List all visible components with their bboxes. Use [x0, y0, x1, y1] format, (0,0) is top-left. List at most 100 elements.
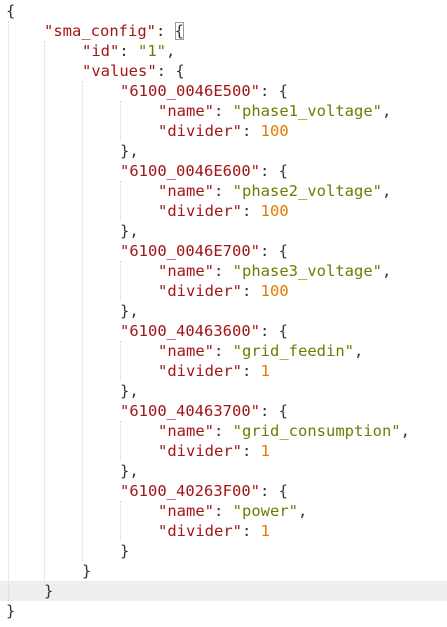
indent-guide	[120, 501, 121, 541]
json-key: "divider"	[158, 282, 242, 300]
json-key: "divider"	[158, 442, 242, 460]
json-key: "name"	[158, 502, 214, 520]
json-punctuation: : {	[156, 62, 185, 80]
code-line[interactable]: "6100_40463600": {	[0, 321, 447, 341]
code-line[interactable]: }	[0, 561, 447, 581]
json-punctuation: {	[174, 22, 184, 40]
code-line[interactable]: },	[0, 221, 447, 241]
code-line[interactable]: }	[0, 541, 447, 561]
code-line[interactable]: },	[0, 141, 447, 161]
code-line[interactable]: "6100_0046E700": {	[0, 241, 447, 261]
json-number: 100	[260, 282, 289, 300]
json-punctuation: :	[242, 282, 261, 300]
code-line[interactable]: "name": "phase1_voltage",	[0, 101, 447, 121]
code-line[interactable]: "6100_0046E500": {	[0, 81, 447, 101]
json-key: "name"	[158, 422, 214, 440]
code-line[interactable]: "divider": 100	[0, 121, 447, 141]
code-line[interactable]: "name": "phase3_voltage",	[0, 261, 447, 281]
json-punctuation: :	[214, 422, 233, 440]
json-punctuation: }	[6, 602, 16, 620]
json-number: 1	[260, 442, 271, 460]
json-punctuation: ,	[381, 262, 392, 280]
json-punctuation: :	[214, 342, 233, 360]
json-punctuation: : {	[259, 402, 288, 420]
json-string: "grid_consumption"	[232, 422, 401, 440]
json-punctuation: :	[155, 22, 175, 40]
json-punctuation: },	[120, 142, 139, 160]
json-number: 1	[260, 522, 271, 540]
indent-guide	[44, 41, 45, 581]
indent-guide	[120, 261, 121, 301]
json-punctuation: :	[214, 502, 233, 520]
json-key: "name"	[158, 342, 214, 360]
code-line[interactable]: "6100_0046E600": {	[0, 161, 447, 181]
json-string: "1"	[138, 42, 166, 60]
json-punctuation: ,	[400, 422, 410, 440]
json-punctuation: :	[242, 202, 261, 220]
json-punctuation: : {	[259, 82, 288, 100]
code-line[interactable]: "6100_40463700": {	[0, 401, 447, 421]
code-line[interactable]: "divider": 1	[0, 361, 447, 381]
json-punctuation: }	[44, 582, 54, 600]
json-key: "6100_0046E600"	[120, 162, 260, 180]
json-punctuation: :	[242, 122, 261, 140]
code-line[interactable]: },	[0, 381, 447, 401]
json-punctuation: }	[120, 542, 130, 560]
json-punctuation: : {	[259, 162, 288, 180]
json-punctuation: },	[120, 462, 139, 480]
json-key: "divider"	[158, 362, 242, 380]
json-string: "phase1_voltage"	[232, 102, 382, 120]
json-string: "phase3_voltage"	[232, 262, 382, 280]
code-line[interactable]: "6100_40263F00": {	[0, 481, 447, 501]
code-line[interactable]: "values": {	[0, 61, 447, 81]
indent-guide	[120, 101, 121, 141]
code-line[interactable]: "name": "phase2_voltage",	[0, 181, 447, 201]
json-number: 1	[260, 362, 271, 380]
json-editor[interactable]: {"sma_config": {"id": "1", "values": {"61…	[0, 0, 447, 627]
indent-guide	[8, 21, 9, 601]
json-punctuation: ,	[166, 42, 176, 60]
code-line[interactable]: "sma_config": {	[0, 21, 447, 41]
indent-guide	[120, 341, 121, 381]
code-line[interactable]: },	[0, 301, 447, 321]
json-key: "6100_40263F00"	[120, 482, 260, 500]
json-number: 100	[260, 122, 289, 140]
code-line[interactable]: "divider": 100	[0, 201, 447, 221]
json-key: "6100_40463700"	[120, 402, 260, 420]
code-line[interactable]: "divider": 1	[0, 521, 447, 541]
indent-guide	[120, 181, 121, 221]
json-punctuation: ,	[354, 342, 364, 360]
json-key: "values"	[82, 62, 157, 80]
code-line[interactable]: "divider": 100	[0, 281, 447, 301]
code-line[interactable]: }	[0, 581, 447, 601]
json-punctuation: :	[214, 182, 233, 200]
json-string: "power"	[232, 502, 298, 520]
code-line[interactable]: "name": "grid_consumption",	[0, 421, 447, 441]
code-line[interactable]: "divider": 1	[0, 441, 447, 461]
code-line[interactable]: "id": "1",	[0, 41, 447, 61]
json-punctuation: {	[6, 2, 16, 20]
json-punctuation: },	[120, 302, 139, 320]
json-punctuation: : {	[259, 242, 288, 260]
json-punctuation: :	[242, 522, 261, 540]
json-key: "name"	[158, 182, 214, 200]
json-key: "divider"	[158, 122, 242, 140]
code-line[interactable]: },	[0, 461, 447, 481]
json-key: "6100_0046E500"	[120, 82, 260, 100]
json-punctuation: : {	[259, 482, 288, 500]
json-punctuation: :	[214, 262, 233, 280]
json-string: "phase2_voltage"	[232, 182, 382, 200]
json-punctuation: : {	[259, 322, 288, 340]
code-line[interactable]: {	[0, 1, 447, 21]
json-key: "6100_40463600"	[120, 322, 260, 340]
json-punctuation: :	[214, 102, 233, 120]
json-key: "id"	[82, 42, 120, 60]
json-key: "6100_0046E700"	[120, 242, 260, 260]
code-line[interactable]: "name": "grid_feedin",	[0, 341, 447, 361]
json-punctuation: :	[242, 362, 261, 380]
code-line[interactable]: "name": "power",	[0, 501, 447, 521]
json-punctuation: },	[120, 222, 139, 240]
code-line[interactable]: }	[0, 601, 447, 621]
json-key: "divider"	[158, 522, 242, 540]
json-string: "grid_feedin"	[232, 342, 354, 360]
